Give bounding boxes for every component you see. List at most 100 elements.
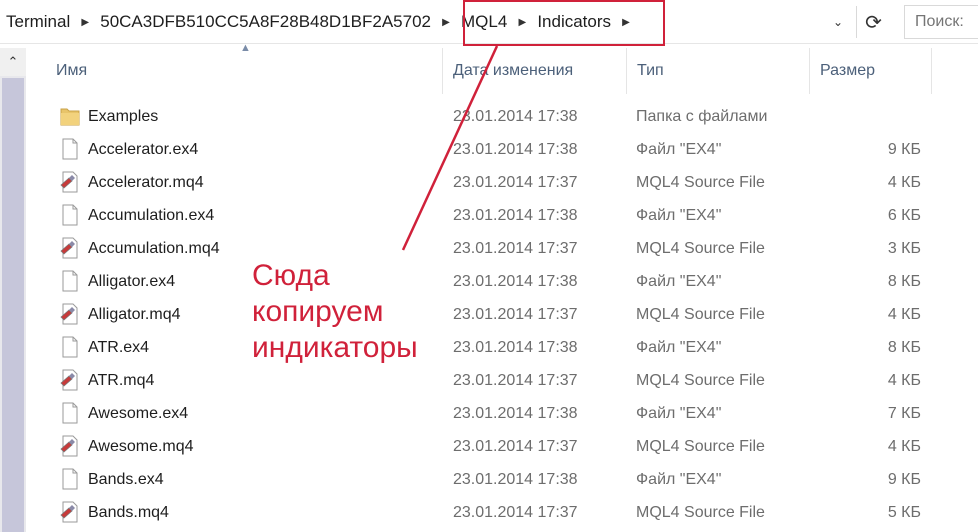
file-type: Файл "EX4" (636, 471, 722, 488)
column-header-name[interactable]: Имя (46, 48, 442, 94)
file-size: 4 КБ (887, 306, 921, 323)
file-name: ATR.ex4 (88, 339, 150, 356)
folder-icon (60, 108, 80, 126)
mq4-file-icon (60, 237, 78, 259)
file-name: Awesome.ex4 (88, 405, 189, 422)
file-size: 7 КБ (887, 405, 921, 422)
file-type: MQL4 Source File (636, 306, 765, 323)
breadcrumb-terminal[interactable]: Terminal (0, 0, 76, 44)
file-date: 23.01.2014 17:37 (453, 174, 578, 191)
file-name: Alligator.ex4 (88, 273, 176, 290)
list-item[interactable]: Alligator.ex4 23.01.2014 17:38 Файл "EX4… (26, 265, 978, 298)
file-name: Accelerator.ex4 (88, 141, 199, 158)
file-date: 23.01.2014 17:38 (453, 471, 578, 488)
file-type: Файл "EX4" (636, 207, 722, 224)
vertical-scrollbar[interactable]: ⌃ (0, 48, 26, 532)
file-size: 8 КБ (887, 339, 921, 356)
file-name: Awesome.mq4 (88, 438, 194, 455)
file-size: 9 КБ (887, 471, 921, 488)
file-icon (62, 204, 78, 226)
file-name: Examples (88, 108, 159, 125)
annotation-line: Сюда (252, 259, 330, 292)
file-date: 23.01.2014 17:37 (453, 372, 578, 389)
list-item[interactable]: Awesome.mq4 23.01.2014 17:37 MQL4 Source… (26, 430, 978, 463)
annotation-line: индикаторы (252, 331, 418, 364)
list-item[interactable]: Bands.mq4 23.01.2014 17:37 MQL4 Source F… (26, 496, 978, 529)
file-type: MQL4 Source File (636, 372, 765, 389)
column-header-size[interactable]: Размер (810, 48, 930, 94)
column-header-type-label: Тип (637, 62, 664, 79)
chevron-right-icon[interactable]: ▶ (76, 0, 94, 44)
column-header-name-label: Имя (56, 62, 88, 79)
file-icon (62, 138, 78, 160)
file-type: Файл "EX4" (636, 273, 722, 290)
chevron-right-icon[interactable]: ▶ (617, 0, 635, 44)
file-type: Файл "EX4" (636, 405, 722, 422)
file-size: 6 КБ (887, 207, 921, 224)
mq4-file-icon (60, 435, 78, 457)
file-type: MQL4 Source File (636, 174, 765, 191)
file-name: Bands.ex4 (88, 471, 164, 488)
file-date: 23.01.2014 17:38 (453, 141, 578, 158)
list-item[interactable]: ATR.ex4 23.01.2014 17:38 Файл "EX4" 8 КБ (26, 331, 978, 364)
file-name: Accelerator.mq4 (88, 174, 204, 191)
list-item[interactable]: Awesome.ex4 23.01.2014 17:38 Файл "EX4" … (26, 397, 978, 430)
file-type: MQL4 Source File (636, 504, 765, 521)
chevron-right-icon[interactable]: ▶ (437, 0, 455, 44)
file-size: 4 КБ (887, 174, 921, 191)
sort-ascending-icon: ▲ (240, 42, 251, 54)
file-date: 23.01.2014 17:37 (453, 438, 578, 455)
mq4-file-icon (60, 303, 78, 325)
annotation-text: Сюда копируем индикаторы (252, 258, 418, 366)
scroll-up-button[interactable]: ⌃ (0, 48, 26, 76)
column-header-date[interactable]: Дата изменения (443, 48, 625, 94)
file-name: Accumulation.ex4 (88, 207, 215, 224)
mq4-file-icon (60, 369, 78, 391)
file-icon (62, 270, 78, 292)
scrollbar-thumb[interactable] (2, 78, 24, 532)
list-item[interactable]: ATR.mq4 23.01.2014 17:37 MQL4 Source Fil… (26, 364, 978, 397)
file-size: 8 КБ (887, 273, 921, 290)
file-size: 4 КБ (887, 438, 921, 455)
file-size: 4 КБ (887, 372, 921, 389)
search-input[interactable] (904, 5, 978, 39)
list-item[interactable]: Accumulation.ex4 23.01.2014 17:38 Файл "… (26, 199, 978, 232)
scroll-up-arrow-icon: ⌃ (7, 54, 19, 69)
refresh-button[interactable]: ⟳ (856, 6, 890, 38)
breadcrumb: Terminal ▶ 50CA3DFB510CC5A8F28B48D1BF2A5… (0, 0, 635, 44)
list-item[interactable]: Examples 23.01.2014 17:38 Папка с файлам… (26, 100, 978, 133)
file-type: Файл "EX4" (636, 141, 722, 158)
address-history-dropdown[interactable]: ⌄ (824, 8, 852, 36)
list-item[interactable]: Accumulation.mq4 23.01.2014 17:37 MQL4 S… (26, 232, 978, 265)
breadcrumb-terminal-id[interactable]: 50CA3DFB510CC5A8F28B48D1BF2A5702 (94, 0, 437, 44)
annotation-line: копируем (252, 295, 384, 328)
file-type: Файл "EX4" (636, 339, 722, 356)
mq4-file-icon (60, 171, 78, 193)
file-name: Accumulation.mq4 (88, 240, 220, 257)
column-header-size-label: Размер (820, 62, 875, 79)
mq4-file-icon (60, 501, 78, 523)
file-date: 23.01.2014 17:38 (453, 273, 578, 290)
file-date: 23.01.2014 17:38 (453, 339, 578, 356)
file-name: ATR.mq4 (88, 372, 155, 389)
list-item[interactable]: Alligator.mq4 23.01.2014 17:37 MQL4 Sour… (26, 298, 978, 331)
file-name: Alligator.mq4 (88, 306, 181, 323)
file-type: Папка с файлами (636, 108, 768, 125)
breadcrumb-indicators[interactable]: Indicators (531, 0, 617, 44)
file-date: 23.01.2014 17:37 (453, 306, 578, 323)
file-icon (62, 336, 78, 358)
file-date: 23.01.2014 17:37 (453, 504, 578, 521)
list-item[interactable]: Bands.ex4 23.01.2014 17:38 Файл "EX4" 9 … (26, 463, 978, 496)
breadcrumb-mql4[interactable]: MQL4 (455, 0, 513, 44)
address-bar[interactable]: Terminal ▶ 50CA3DFB510CC5A8F28B48D1BF2A5… (0, 0, 978, 46)
file-date: 23.01.2014 17:37 (453, 240, 578, 257)
file-size: 9 КБ (887, 141, 921, 158)
column-divider[interactable] (931, 48, 932, 94)
list-item[interactable]: Accelerator.mq4 23.01.2014 17:37 MQL4 So… (26, 166, 978, 199)
file-type: MQL4 Source File (636, 240, 765, 257)
list-item[interactable]: Accelerator.ex4 23.01.2014 17:38 Файл "E… (26, 133, 978, 166)
file-icon (62, 468, 78, 490)
file-size: 5 КБ (887, 504, 921, 521)
chevron-right-icon[interactable]: ▶ (513, 0, 531, 44)
column-header-type[interactable]: Тип (627, 48, 809, 94)
